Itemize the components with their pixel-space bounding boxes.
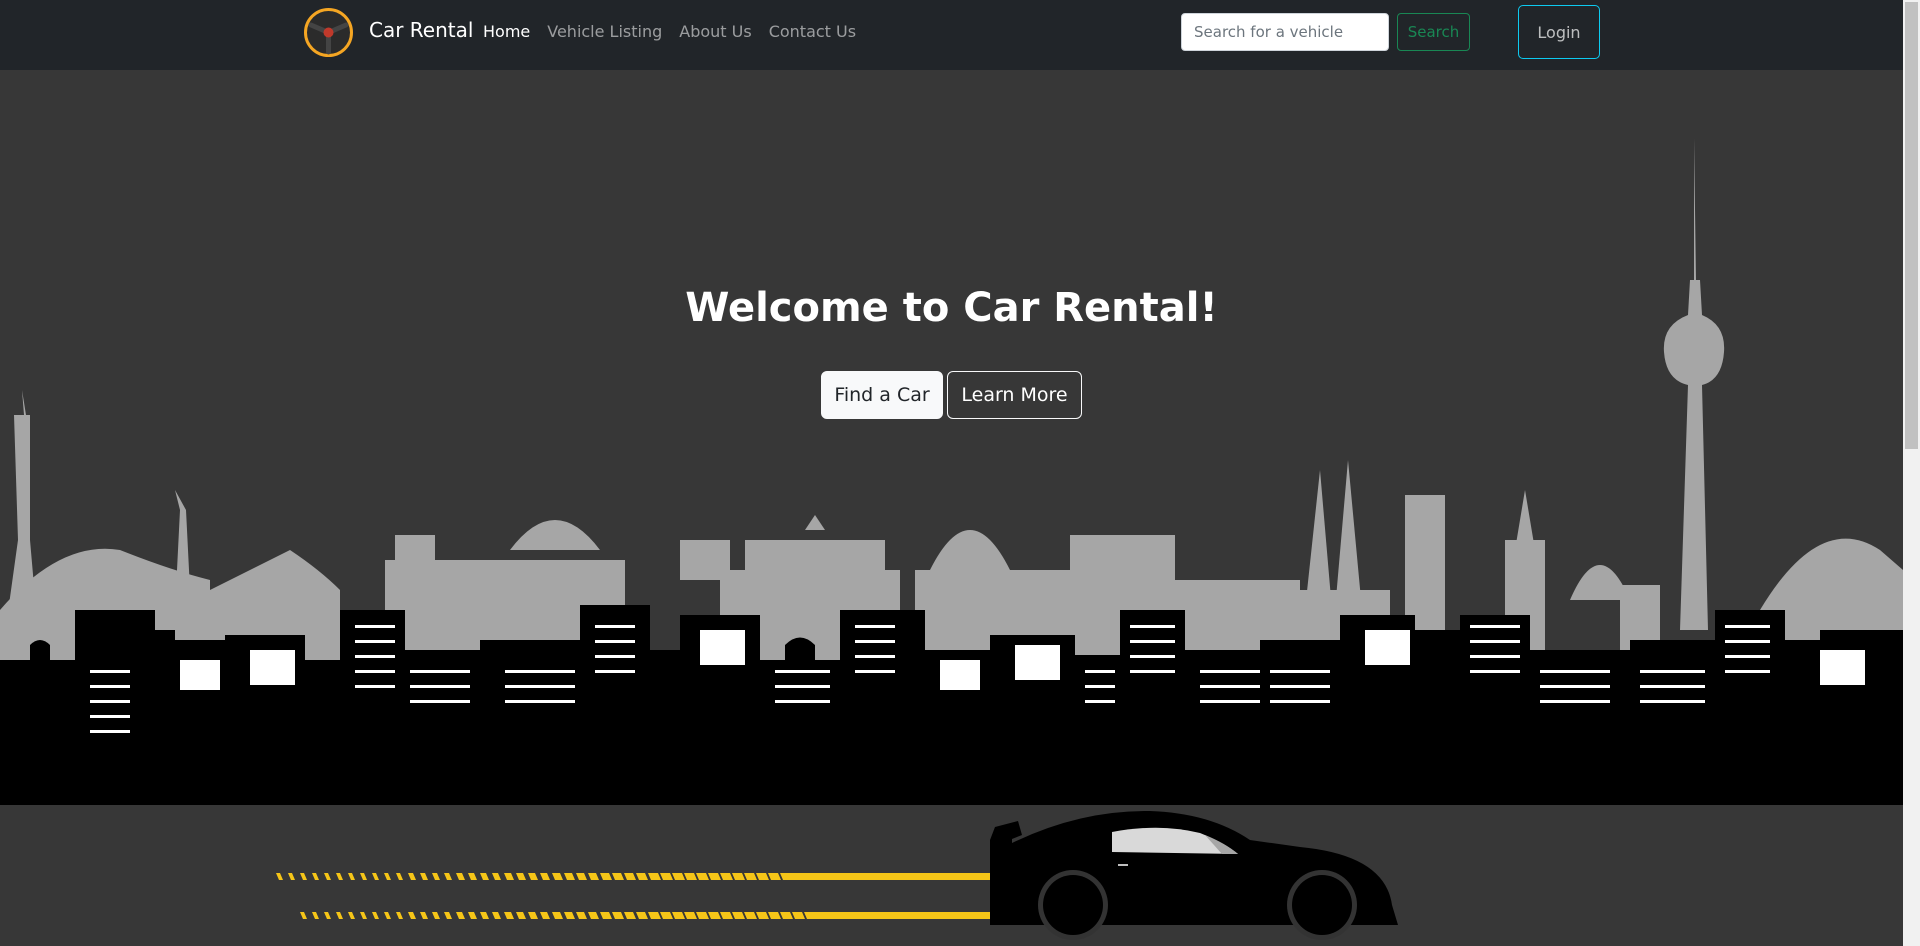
page-scrollbar[interactable] [1903,0,1920,946]
sports-car-silhouette [990,810,1398,940]
nav-link-vehicle-listing[interactable]: Vehicle Listing [547,22,662,41]
find-a-car-button[interactable]: Find a Car [821,371,943,419]
nav-link-contact-us[interactable]: Contact Us [769,22,856,41]
login-button[interactable]: Login [1518,5,1600,59]
car-road-illustration [0,805,1903,946]
search-input[interactable] [1181,13,1389,51]
navbar: Car Rental Home Vehicle Listing About Us… [0,0,1903,70]
search-button[interactable]: Search [1397,13,1470,51]
nav-links: Home Vehicle Listing About Us Contact Us [483,22,856,41]
steering-wheel-icon[interactable] [303,7,354,58]
brand-name[interactable]: Car Rental [369,18,473,42]
car-speed-graphic [276,810,1398,940]
hero-title: Welcome to Car Rental! [685,285,1218,331]
hero-section: Welcome to Car Rental! Find a Car Learn … [0,70,1903,805]
speed-stripes [276,873,990,919]
skyline-far [0,138,1903,710]
nav-link-about-us[interactable]: About Us [679,22,751,41]
page: Car Rental Home Vehicle Listing About Us… [0,0,1920,946]
city-skyline-illustration [0,138,1903,805]
learn-more-button[interactable]: Learn More [947,371,1082,419]
scrollbar-thumb[interactable] [1905,2,1918,449]
nav-link-home[interactable]: Home [483,22,530,41]
